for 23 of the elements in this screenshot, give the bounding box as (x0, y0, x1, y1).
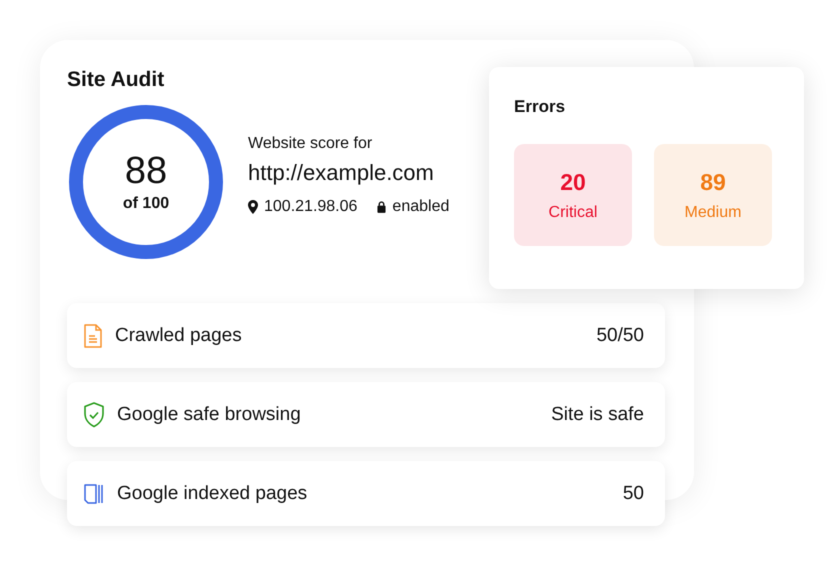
location-pin-icon (248, 200, 258, 214)
metric-value: Site is safe (551, 404, 644, 426)
metric-label: Crawled pages (115, 324, 243, 346)
error-count: 89 (700, 168, 726, 196)
site-url: http://example.com (248, 160, 435, 186)
error-label: Medium (684, 204, 742, 222)
score-caption: of 100 (122, 195, 170, 213)
card-title: Site Audit (67, 67, 166, 93)
ssl-status: enabled (392, 198, 450, 216)
errors-title: Errors (514, 97, 566, 117)
error-label: Critical (548, 204, 598, 222)
document-icon (83, 324, 103, 348)
lock-icon (377, 200, 386, 212)
error-count: 20 (560, 168, 586, 196)
score-label: Website score for (248, 134, 374, 152)
metric-value: 50/50 (596, 324, 644, 346)
metric-value: 50 (622, 482, 644, 504)
metric-label: Google indexed pages (117, 482, 308, 504)
metric-label: Google safe browsing (117, 404, 302, 426)
ip-address: 100.21.98.06 (264, 198, 358, 216)
shield-check-icon (83, 402, 105, 428)
score-value: 88 (124, 151, 168, 191)
pages-icon (83, 482, 105, 504)
